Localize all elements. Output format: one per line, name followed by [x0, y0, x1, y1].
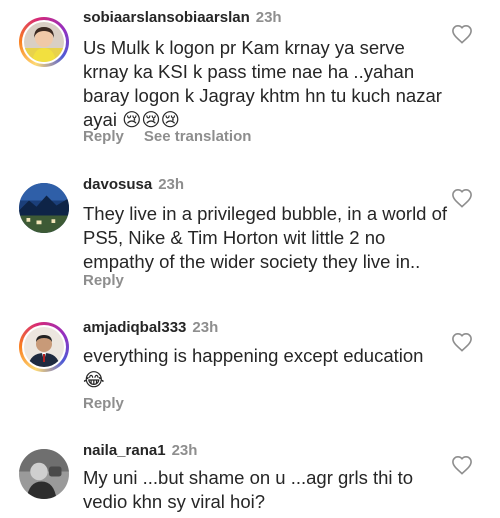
see-translation-button[interactable]: See translation	[144, 128, 252, 145]
username[interactable]: davosusa	[83, 176, 152, 193]
timestamp: 23h	[255, 9, 282, 26]
comment-text: Us Mulk k logon pr Kam krnay ya serve kr…	[83, 37, 448, 130]
username[interactable]: sobiaarslansobiaarslan	[83, 9, 250, 26]
avatar-image	[19, 449, 69, 499]
heart-outline-icon[interactable]	[451, 188, 473, 208]
avatar[interactable]	[19, 183, 69, 233]
username[interactable]: amjadiqbal333	[83, 319, 186, 336]
comment-item: naila_rana1 23h My uni ...but shame on u …	[0, 430, 500, 518]
comment-text: My uni ...but shame on u ...agr grls thi…	[83, 467, 419, 512]
avatar[interactable]	[19, 17, 69, 67]
avatar-image	[19, 183, 69, 233]
comment-item: davosusa 23h They live in a privileged bu…	[0, 160, 500, 305]
heart-outline-icon[interactable]	[451, 455, 473, 475]
timestamp: 23h	[158, 176, 185, 193]
avatar[interactable]	[19, 322, 69, 372]
heart-outline-icon[interactable]	[451, 332, 473, 352]
comment-item: sobiaarslansobiaarslan 23h Us Mulk k logo…	[0, 0, 500, 160]
avatar-image	[24, 327, 64, 367]
timestamp: 23h	[171, 442, 198, 459]
reply-button[interactable]: Reply	[83, 272, 124, 289]
avatar-image	[24, 22, 64, 62]
comment-text: They live in a privileged bubble, in a w…	[83, 203, 453, 272]
avatar[interactable]	[19, 449, 69, 499]
comment-item: amjadiqbal333 23h everything is happening…	[0, 305, 500, 430]
username[interactable]: naila_rana1	[83, 442, 166, 459]
heart-outline-icon[interactable]	[451, 24, 473, 44]
reply-button[interactable]: Reply	[83, 128, 124, 145]
reply-button[interactable]: Reply	[83, 395, 124, 412]
timestamp: 23h	[192, 319, 219, 336]
comment-text: everything is happening except education…	[83, 345, 429, 390]
